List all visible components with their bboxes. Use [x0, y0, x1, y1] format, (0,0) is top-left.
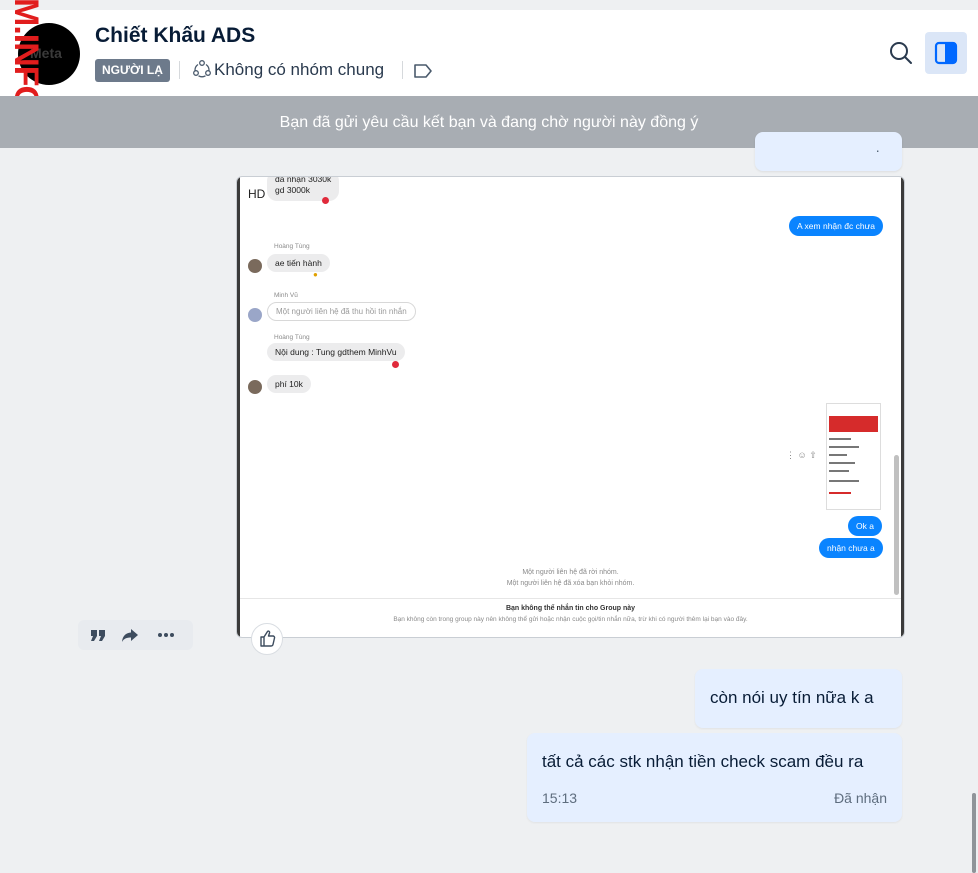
divider — [179, 61, 180, 79]
bill-line — [829, 492, 851, 494]
message-actions — [78, 620, 193, 650]
more-icon[interactable] — [156, 625, 176, 645]
bill-header — [829, 416, 878, 432]
hd-label: HD — [248, 187, 266, 201]
search-icon[interactable] — [886, 38, 916, 68]
conversation-title[interactable]: Chiết Khấu ADS — [95, 24, 255, 48]
bill-line — [829, 470, 849, 472]
mini-avatar — [248, 259, 262, 273]
divider — [402, 61, 403, 79]
mini-sender: Hoàng Tùng — [274, 243, 310, 250]
thumb-reaction-icon: ● — [313, 270, 318, 279]
message-bubble[interactable]: · — [755, 132, 902, 171]
chat-header — [0, 10, 978, 96]
mini-system-text: Một người liên hệ đã rời nhóm. — [522, 569, 619, 576]
message-text: còn nói uy tín nữa k a — [710, 688, 874, 707]
image-edge — [901, 177, 904, 637]
heart-reaction-icon — [322, 197, 329, 204]
forward-icon[interactable] — [120, 625, 140, 645]
like-button[interactable] — [251, 623, 283, 655]
mini-bubble: ae tiến hành — [267, 254, 330, 272]
mini-retracted: Một người liên hệ đã thu hồi tin nhắn — [267, 302, 416, 321]
mini-outgoing: nhận chưa a — [819, 538, 883, 558]
sidebar-toggle-icon — [934, 41, 958, 65]
message-time: 15:13 — [542, 790, 578, 806]
bill-line — [829, 454, 847, 456]
chat-scrollbar[interactable] — [972, 793, 976, 873]
mini-avatar — [248, 380, 262, 394]
bill-line — [829, 446, 859, 448]
mini-actions-icon: ⋮ ☺ ⇧ — [786, 450, 817, 460]
mini-bill-image — [826, 403, 881, 510]
mini-system-text: Một người liên hệ đã xóa bạn khỏi nhóm. — [506, 580, 635, 587]
common-groups-text[interactable]: Không có nhóm chung — [214, 60, 384, 80]
message-bubble[interactable]: tất cả các stk nhận tiền check scam đều … — [527, 733, 902, 822]
image-edge — [237, 177, 240, 637]
mini-footer-sub: Bạn không còn trong group này nên không … — [393, 616, 748, 623]
like-icon — [260, 630, 276, 647]
heart-reaction-icon — [392, 361, 399, 368]
message-bubble[interactable]: còn nói uy tín nữa k a — [695, 669, 902, 728]
mini-bubble: Nội dung : Tung gdthem MinhVu — [267, 343, 405, 361]
truncated-text: · — [875, 142, 880, 158]
mini-bubble: phí 10k — [267, 375, 311, 393]
watermark-text: M.INFO — [7, 0, 45, 111]
quote-icon[interactable] — [88, 625, 108, 645]
mini-sender: Hoàng Tùng — [274, 334, 310, 341]
banner-text: Bạn đã gửi yêu cầu kết bạn và đang chờ n… — [279, 114, 699, 131]
mini-text: đã nhận 3030k — [275, 176, 332, 184]
mini-outgoing: Ok a — [848, 516, 882, 536]
bill-line — [829, 462, 855, 464]
delivery-status: Đã nhận — [834, 790, 887, 806]
stranger-badge: NGƯỜI LẠ — [95, 59, 170, 82]
mini-bubble: đã nhận 3030k gd 3000k — [267, 176, 340, 201]
mini-footer-title: Bạn không thể nhắn tin cho Group này — [505, 605, 636, 612]
mini-text: gd 3000k — [275, 185, 310, 195]
group-icon — [193, 60, 211, 78]
tag-icon[interactable] — [413, 62, 433, 80]
mini-footer: Bạn không thể nhắn tin cho Group này Bạn… — [240, 598, 901, 637]
mini-avatar — [248, 308, 262, 322]
image-message[interactable]: đã nhận 3030k gd 3000k HD A xem nhận đc … — [236, 176, 905, 638]
mini-sender: Minh Vũ — [274, 292, 298, 299]
mini-outgoing: A xem nhận đc chưa — [789, 216, 883, 236]
bill-line — [829, 438, 851, 440]
message-text: tất cả các stk nhận tiền check scam đều … — [542, 752, 864, 771]
sidebar-toggle-button[interactable] — [925, 32, 967, 74]
bill-line — [829, 480, 859, 482]
top-strip — [0, 0, 978, 10]
